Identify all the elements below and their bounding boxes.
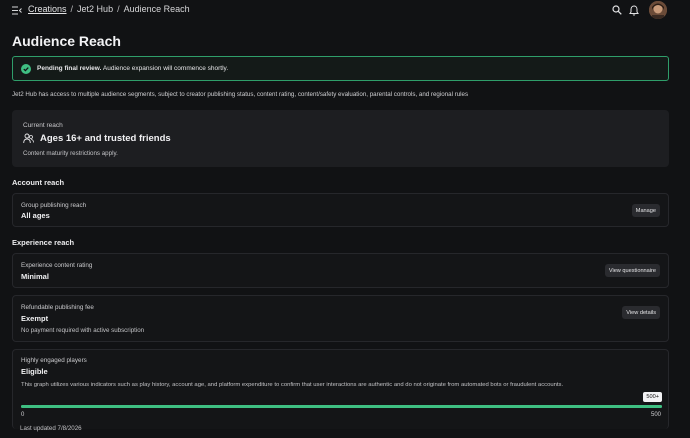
current-reach-label: Current reach	[23, 122, 63, 129]
alert-strong: Pending final review.	[37, 65, 102, 72]
search-icon[interactable]	[612, 5, 622, 15]
bell-icon[interactable]	[629, 5, 639, 16]
avatar-image	[649, 1, 667, 19]
engaged-players-note: This graph utilizes various indicators s…	[21, 382, 564, 388]
account-reach-heading: Account reach	[12, 178, 65, 187]
intro-text: Jet2 Hub has access to multiple audience…	[12, 91, 469, 98]
engaged-players-card: Highly engaged players Eligible This gra…	[12, 349, 669, 429]
progress-max-label: 500	[650, 412, 661, 418]
check-circle-icon	[21, 63, 31, 74]
group-publishing-card: Group publishing reach All ages Manage	[12, 193, 669, 227]
publishing-fee-label: Refundable publishing fee	[21, 304, 94, 311]
breadcrumb-creations[interactable]: Creations	[28, 4, 67, 14]
publishing-fee-note: No payment required with active subscrip…	[21, 327, 145, 334]
content-rating-value: Minimal	[21, 272, 49, 281]
engagement-progress-fill	[21, 405, 662, 408]
view-questionnaire-button[interactable]: View questionnaire	[604, 264, 660, 277]
alert-message: Pending final review. Audience expansion…	[37, 65, 228, 72]
experience-reach-heading: Experience reach	[12, 238, 75, 247]
publishing-fee-card: Refundable publishing fee Exempt No paym…	[12, 295, 669, 342]
top-bar: Creations / Jet2 Hub / Audience Reach	[0, 0, 690, 22]
alert-text: Audience expansion will commence shortly…	[102, 65, 229, 72]
breadcrumb-current: Audience Reach	[123, 4, 190, 14]
pending-review-alert: Pending final review. Audience expansion…	[12, 56, 669, 81]
breadcrumb-jet2-hub[interactable]: Jet2 Hub	[77, 4, 113, 14]
engagement-progress-bar	[21, 405, 662, 408]
last-updated: Last updated 7/8/2026	[20, 425, 82, 432]
breadcrumb-separator: /	[70, 4, 74, 14]
progress-max-badge: 500+	[643, 392, 662, 402]
content-rating-card: Experience content rating Minimal View q…	[12, 253, 669, 288]
avatar[interactable]	[649, 1, 667, 19]
page-title: Audience Reach	[12, 33, 121, 49]
content-rating-label: Experience content rating	[21, 262, 93, 269]
breadcrumb: Creations / Jet2 Hub / Audience Reach	[28, 4, 190, 14]
current-reach-note: Content maturity restrictions apply.	[23, 150, 118, 157]
progress-min-label: 0	[21, 412, 25, 418]
engaged-players-label: Highly engaged players	[21, 357, 87, 364]
breadcrumb-separator: /	[117, 4, 120, 14]
engaged-players-value: Eligible	[21, 367, 48, 376]
group-publishing-value: All ages	[21, 211, 50, 220]
group-publishing-label: Group publishing reach	[21, 202, 87, 209]
current-reach-value: Ages 16+ and trusted friends	[40, 133, 171, 144]
manage-button[interactable]: Manage	[631, 204, 660, 217]
view-details-button[interactable]: View details	[622, 306, 660, 319]
publishing-fee-value: Exempt	[21, 314, 49, 323]
people-icon	[23, 133, 34, 144]
menu-collapse-icon[interactable]	[12, 6, 22, 15]
current-reach-card: Current reach Ages 16+ and trusted frien…	[12, 110, 669, 167]
